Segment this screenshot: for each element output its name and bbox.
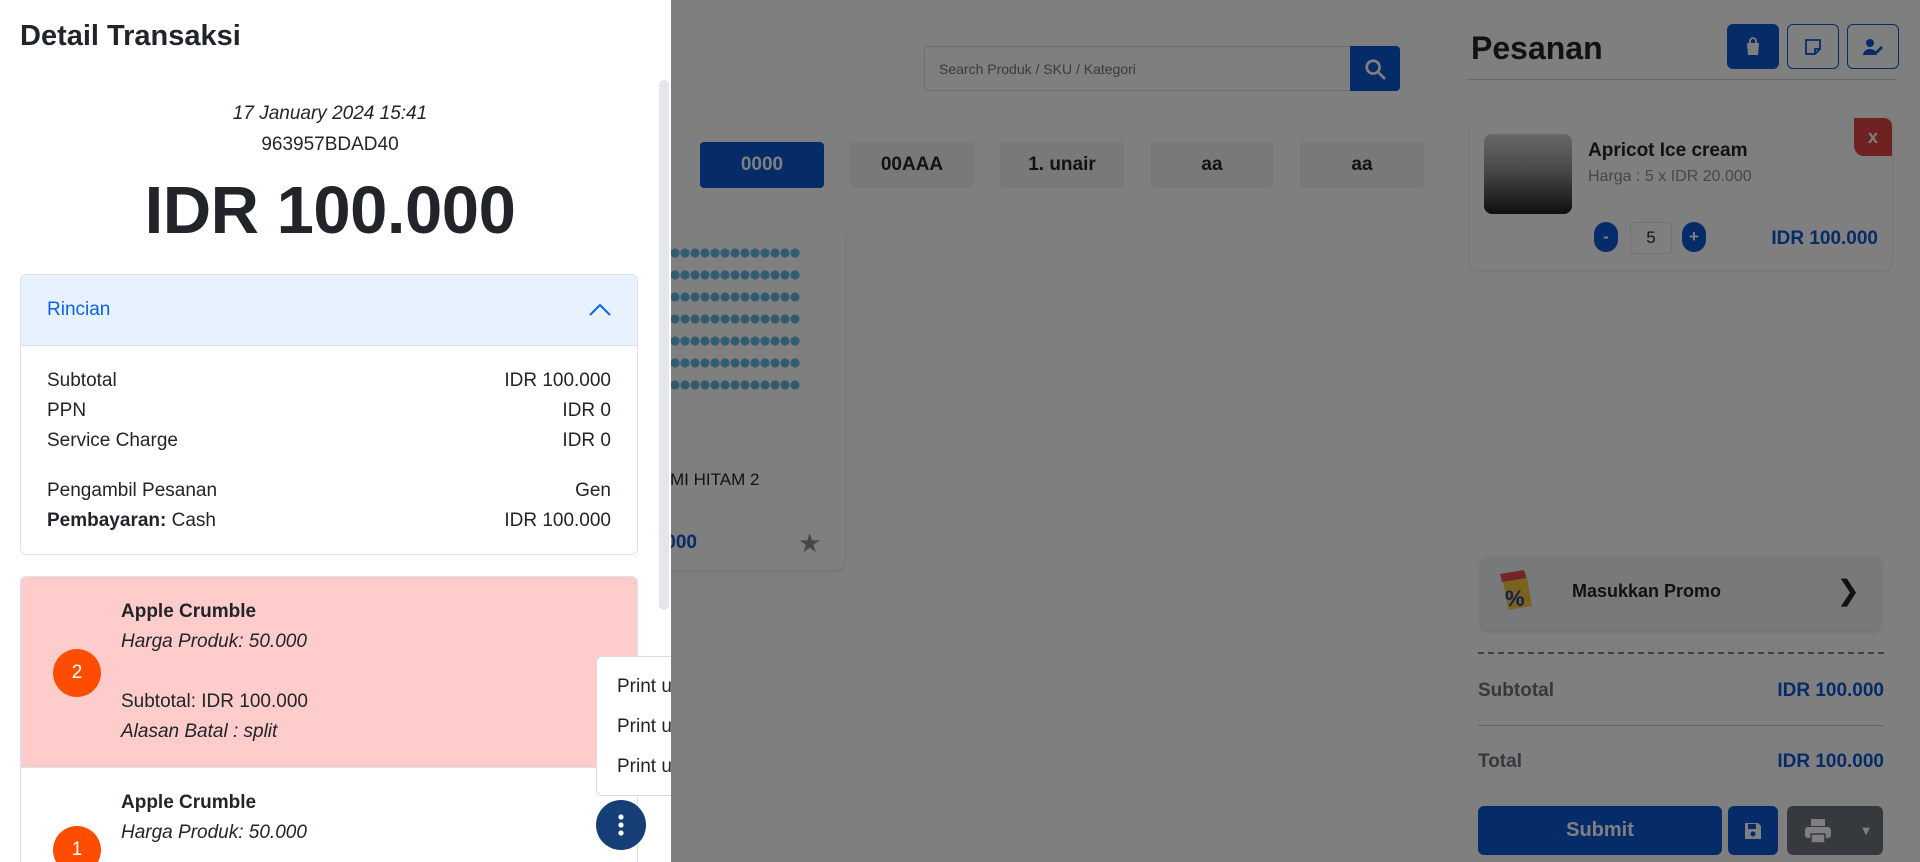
rincian-pembayaran-label: Pembayaran: <box>47 510 167 531</box>
item-name: Apple Crumble <box>121 601 257 622</box>
rincian-pembayaran-row: Pembayaran: Cash IDR 100.000 <box>47 506 611 536</box>
rincian-service-row: Service Charge IDR 0 <box>47 426 611 456</box>
rincian-title: Rincian <box>47 299 111 320</box>
rincian-ppn-label: PPN <box>47 400 87 421</box>
rincian-body: Subtotal IDR 100.000 PPN IDR 0 Service C… <box>21 346 637 536</box>
rincian-subtotal-row: Subtotal IDR 100.000 <box>47 366 611 396</box>
item-price: Harga Produk: 50.000 <box>121 822 307 843</box>
menu-item-print-nota[interactable]: Print ulang nota <box>597 667 671 707</box>
menu-item-print-cek[interactable]: Print ulang cek <box>597 747 671 787</box>
rincian-pembayaran: Pembayaran: Cash <box>47 506 216 536</box>
item-subtotal: Subtotal: IDR 100.000 <box>121 691 308 712</box>
rincian-service-value: IDR 0 <box>562 430 611 451</box>
quantity-badge: 2 <box>53 649 101 697</box>
menu-item-print-pesanan[interactable]: Print ulang pesanan <box>597 707 671 747</box>
rincian-subtotal-label: Subtotal <box>47 370 117 391</box>
rincian-subtotal-value: IDR 100.000 <box>504 370 611 391</box>
drawer-title: Detail Transaksi <box>20 20 241 52</box>
item-card: 1 Apple Crumble Harga Produk: 50.000 <box>20 768 638 862</box>
rincian-pembayaran-value: IDR 100.000 <box>504 510 611 531</box>
more-options-button[interactable] <box>596 800 646 850</box>
transaction-amount: IDR 100.000 <box>144 173 516 248</box>
kebab-menu-icon <box>618 814 624 836</box>
rincian-pembayaran-method: Cash <box>171 510 216 531</box>
print-options-menu: Print ulang nota Print ulang pesanan Pri… <box>596 656 671 796</box>
cancelled-item-card: 2 Apple Crumble Harga Produk: 50.000 Sub… <box>20 576 638 768</box>
chevron-up-icon <box>589 303 611 316</box>
transaction-detail-drawer: Detail Transaksi 17 January 2024 15:41 9… <box>0 0 671 862</box>
transaction-id: 963957BDAD40 <box>261 134 399 155</box>
rincian-service-label: Service Charge <box>47 430 178 451</box>
rincian-ppn-value: IDR 0 <box>562 400 611 421</box>
item-price: Harga Produk: 50.000 <box>121 631 307 652</box>
cancel-reason: Alasan Batal : split <box>121 721 278 742</box>
rincian-spacer <box>47 456 611 476</box>
rincian-pengambil-label: Pengambil Pesanan <box>47 480 218 501</box>
rincian-pengambil-value: Gen <box>575 480 611 501</box>
rincian-ppn-row: PPN IDR 0 <box>47 396 611 426</box>
transaction-date: 17 January 2024 15:41 <box>232 103 428 124</box>
rincian-accordion: Rincian Subtotal IDR 100.000 PPN IDR 0 S… <box>20 274 638 555</box>
quantity-badge: 1 <box>53 826 101 862</box>
rincian-header[interactable]: Rincian <box>21 275 637 346</box>
item-name: Apple Crumble <box>121 792 257 813</box>
drawer-scrollbar[interactable] <box>659 80 669 610</box>
rincian-pengambil-row: Pengambil Pesanan Gen <box>47 476 611 506</box>
